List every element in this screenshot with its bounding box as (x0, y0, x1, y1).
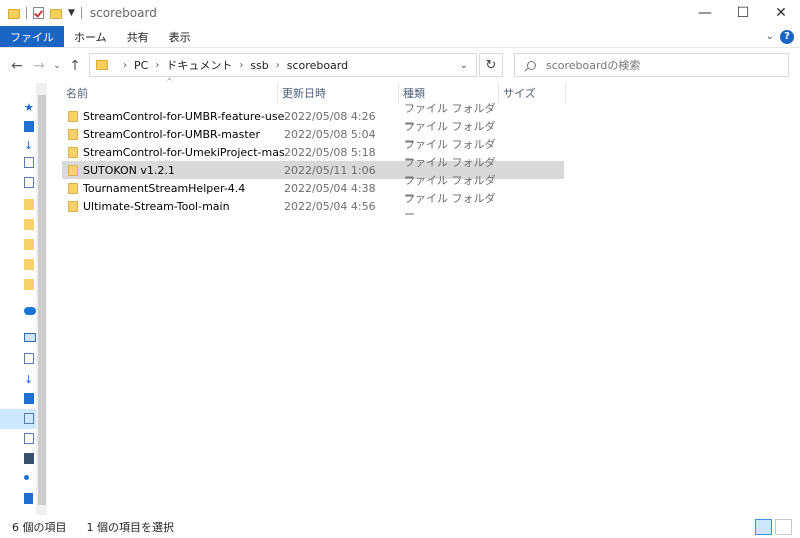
chevron-right-icon[interactable]: › (155, 60, 159, 71)
search-input[interactable] (546, 58, 776, 72)
music-icon[interactable] (24, 475, 29, 480)
navigation-bar: ← → ⌄ ↑ › PC › ドキュメント › ssb › scoreboard… (0, 47, 800, 83)
download-icon[interactable]: ↓ (24, 373, 34, 386)
refresh-button[interactable]: ↻ (479, 53, 503, 77)
breadcrumb-documents[interactable]: ドキュメント (166, 57, 232, 73)
file-date: 2022/05/08 5:18 (284, 145, 376, 159)
folder-icon[interactable] (24, 199, 34, 210)
videos-icon[interactable] (24, 453, 34, 464)
selection-count: 1 個の項目を選択 (86, 521, 175, 534)
folder-icon[interactable] (24, 279, 34, 290)
nav-scrollbar-thumb[interactable] (38, 95, 46, 505)
folder-icon[interactable] (24, 259, 34, 270)
folder-icon[interactable] (24, 219, 34, 230)
tab-view[interactable]: 表示 (159, 26, 201, 47)
file-name: TournamentStreamHelper-4.4 (83, 181, 246, 195)
column-type-label: 種類 (403, 87, 425, 100)
objects-3d-icon[interactable] (24, 353, 34, 364)
file-list: StreamControl-for-UMBR-feature-use_nu...… (62, 102, 564, 221)
folder-icon[interactable] (8, 9, 20, 19)
file-date: 2022/05/04 4:56 (284, 199, 376, 213)
tab-home[interactable]: ホーム (64, 26, 117, 47)
breadcrumb-pc[interactable]: PC (134, 59, 148, 72)
file-date: 2022/05/08 5:04 (284, 127, 376, 141)
folder-icon (68, 128, 78, 140)
tab-share[interactable]: 共有 (117, 26, 159, 47)
chevron-right-icon[interactable]: › (239, 60, 243, 71)
status-bar: 6 個の項目 1 個の項目を選択 (0, 516, 800, 538)
quick-access-toolbar: ▼ (0, 0, 82, 26)
search-icon (527, 60, 536, 70)
forward-arrow-icon[interactable]: → (28, 58, 50, 74)
ribbon-tabs: ファイル ホーム 共有 表示 ⌄ ? (0, 26, 800, 47)
file-name: StreamControl-for-UMBR-feature-use_nu... (83, 109, 284, 123)
help-icon[interactable]: ? (780, 29, 794, 44)
properties-icon[interactable] (33, 7, 44, 19)
item-count: 6 個の項目 (12, 521, 67, 534)
documents-icon[interactable] (24, 157, 34, 168)
column-date-label: 更新日時 (282, 87, 326, 100)
recent-locations-icon[interactable]: ⌄ (50, 61, 64, 71)
file-name: StreamControl-for-UMBR-master (83, 127, 260, 141)
chevron-right-icon[interactable]: › (276, 60, 280, 71)
column-size-label: サイズ (503, 87, 536, 100)
folder-icon (68, 146, 78, 158)
address-bar[interactable]: › PC › ドキュメント › ssb › scoreboard ⌄ (89, 53, 477, 77)
column-header-name[interactable]: ^ 名前 (62, 77, 278, 103)
breadcrumb-ssb[interactable]: ssb (250, 59, 268, 72)
column-header-size[interactable]: サイズ (499, 83, 566, 103)
maximize-button[interactable]: ☐ (724, 0, 762, 26)
window-controls: — ☐ ✕ (686, 0, 800, 26)
folder-icon (96, 60, 108, 70)
minimize-button[interactable]: — (686, 0, 724, 26)
navigation-pane: ★ ↓ ↓ (0, 83, 48, 515)
customize-toolbar-icon[interactable]: ▼ (68, 8, 75, 18)
file-name: Ultimate-Stream-Tool-main (83, 199, 230, 213)
file-date: 2022/05/04 4:38 (284, 181, 376, 195)
download-icon[interactable]: ↓ (24, 139, 34, 152)
expand-ribbon-icon[interactable]: ⌄ (766, 31, 774, 42)
desktop-icon[interactable] (24, 393, 34, 404)
tab-file[interactable]: ファイル (0, 26, 64, 47)
new-folder-icon[interactable] (50, 9, 62, 19)
folder-icon[interactable] (24, 239, 34, 250)
list-item[interactable]: Ultimate-Stream-Tool-main 2022/05/04 4:5… (62, 192, 564, 221)
pictures-icon[interactable] (24, 177, 34, 188)
file-date: 2022/05/08 4:26 (284, 109, 376, 123)
details-view-icon[interactable] (755, 519, 772, 535)
desktop-icon[interactable] (24, 121, 34, 132)
file-date: 2022/05/11 1:06 (284, 163, 376, 177)
back-arrow-icon[interactable]: ← (6, 58, 28, 74)
this-pc-icon[interactable] (24, 333, 36, 342)
column-name-label: 名前 (66, 87, 88, 100)
large-icons-view-icon[interactable] (775, 519, 792, 535)
ribbon-right: ⌄ ? (766, 26, 800, 47)
breadcrumb-scoreboard[interactable]: scoreboard (287, 59, 348, 72)
chevron-right-icon[interactable]: › (123, 60, 127, 71)
folder-icon (68, 182, 78, 194)
separator (80, 7, 82, 19)
quick-access-star-icon[interactable]: ★ (24, 101, 34, 114)
window-title: scoreboard (89, 6, 157, 20)
title-bar: ▼ scoreboard — ☐ ✕ (0, 0, 800, 26)
file-name: SUTOKON v1.2.1 (83, 163, 175, 177)
close-button[interactable]: ✕ (762, 0, 800, 26)
separator (26, 7, 27, 19)
column-header-date[interactable]: 更新日時 (278, 83, 399, 103)
onedrive-icon[interactable] (24, 307, 36, 315)
folder-icon (68, 110, 78, 122)
windows-drive-icon[interactable] (24, 493, 33, 504)
file-type: ファイル フォルダー (404, 192, 496, 221)
file-name: StreamControl-for-UmekiProject-master (83, 145, 284, 159)
chevron-down-icon[interactable]: ⌄ (460, 60, 468, 71)
pictures-icon[interactable] (24, 433, 34, 444)
sort-ascending-icon: ^ (166, 77, 173, 86)
up-arrow-icon[interactable]: ↑ (64, 58, 86, 74)
search-box[interactable] (514, 53, 789, 77)
folder-icon (68, 164, 78, 176)
documents-icon[interactable] (24, 413, 34, 424)
view-switcher (755, 519, 792, 535)
folder-icon (68, 200, 78, 212)
